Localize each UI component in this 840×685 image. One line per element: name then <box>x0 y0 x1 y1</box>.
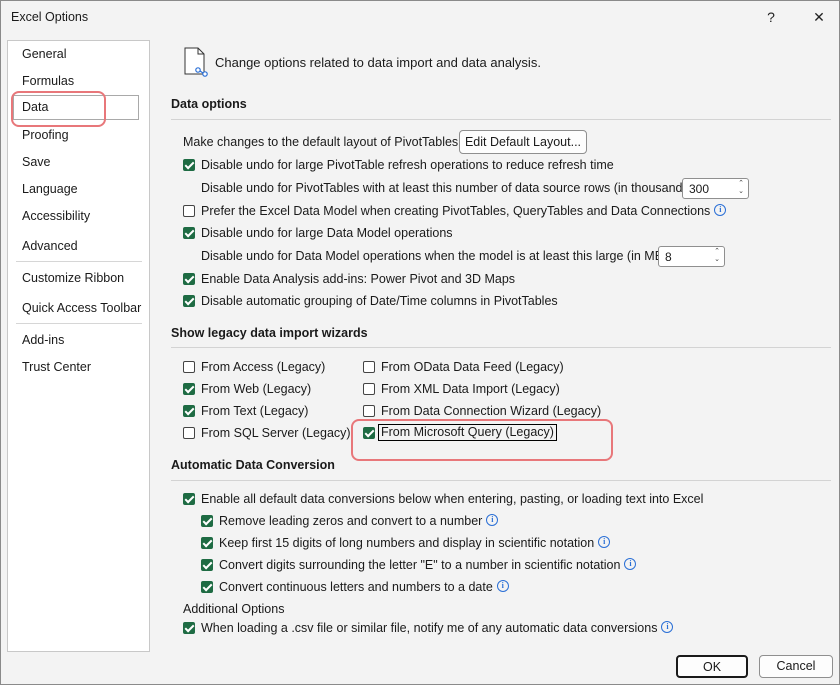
sidebar-item-advanced[interactable]: Advanced <box>22 239 78 253</box>
info-icon[interactable]: i <box>661 621 674 633</box>
legacy-web-checkbox[interactable] <box>183 383 195 395</box>
convert-to-date-label: Convert continuous letters and numbers t… <box>219 580 509 594</box>
additional-options-label: Additional Options <box>183 602 285 616</box>
enable-all-conversions-label: Enable all default data conversions belo… <box>201 492 704 506</box>
edit-default-layout-button[interactable]: Edit Default Layout... <box>459 130 587 154</box>
sidebar-item-language[interactable]: Language <box>22 182 78 196</box>
undo-pivot-rows-label: Disable undo for PivotTables with at lea… <box>201 181 697 195</box>
undo-data-model-size-label: Disable undo for Data Model operations w… <box>201 249 671 263</box>
legacy-odata-checkbox[interactable] <box>363 361 375 373</box>
legacy-xml-checkbox[interactable] <box>363 383 375 395</box>
section-divider <box>171 480 831 481</box>
sidebar-item-proofing[interactable]: Proofing <box>22 128 69 142</box>
legacy-data-connection-label: From Data Connection Wizard (Legacy) <box>381 404 602 418</box>
legacy-microsoft-query-checkbox[interactable] <box>363 427 375 439</box>
disable-date-grouping-checkbox[interactable] <box>183 295 195 307</box>
info-icon[interactable]: i <box>486 514 499 526</box>
sidebar-item-accessibility[interactable]: Accessibility <box>22 209 90 223</box>
keep-15-digits-checkbox[interactable] <box>201 537 213 549</box>
convert-e-notation-label: Convert digits surrounding the letter "E… <box>219 558 637 572</box>
sidebar-item-trust-center[interactable]: Trust Center <box>22 360 91 374</box>
cancel-button[interactable]: Cancel <box>759 655 833 678</box>
spinner-arrows-icon[interactable]: ⌃ ⌄ <box>714 248 720 264</box>
section-title-data-conversion: Automatic Data Conversion <box>171 458 335 472</box>
legacy-microsoft-query-label: From Microsoft Query (Legacy) <box>378 424 557 441</box>
legacy-access-label: From Access (Legacy) <box>201 360 326 374</box>
sidebar-separator <box>16 261 142 262</box>
prefer-data-model-label: Prefer the Excel Data Model when creatin… <box>201 204 727 218</box>
convert-e-notation-checkbox[interactable] <box>201 559 213 571</box>
legacy-data-connection-checkbox[interactable] <box>363 405 375 417</box>
sidebar-item-data[interactable]: Data <box>13 95 139 120</box>
info-icon[interactable]: i <box>714 204 727 216</box>
sidebar-item-customize-ribbon[interactable]: Customize Ribbon <box>22 271 124 285</box>
data-model-size-value: 8 <box>665 250 672 264</box>
legacy-text-label: From Text (Legacy) <box>201 404 309 418</box>
info-icon[interactable]: i <box>496 580 509 592</box>
close-button[interactable]: ✕ <box>804 5 834 29</box>
help-button[interactable]: ? <box>756 5 786 29</box>
undo-data-model-label: Disable undo for large Data Model operat… <box>201 226 453 240</box>
enable-data-analysis-label: Enable Data Analysis add-ins: Power Pivo… <box>201 272 516 286</box>
disable-date-grouping-label: Disable automatic grouping of Date/Time … <box>201 294 558 308</box>
legacy-xml-label: From XML Data Import (Legacy) <box>381 382 560 396</box>
legacy-access-checkbox[interactable] <box>183 361 195 373</box>
title-bar: Excel Options ? ✕ <box>1 1 839 33</box>
remove-leading-zeros-label: Remove leading zeros and convert to a nu… <box>219 514 499 528</box>
remove-leading-zeros-checkbox[interactable] <box>201 515 213 527</box>
prefer-data-model-checkbox[interactable] <box>183 205 195 217</box>
info-icon[interactable]: i <box>624 558 637 570</box>
category-sidebar: General Formulas Data Proofing Save Lang… <box>7 40 150 652</box>
header-description: Change options related to data import an… <box>215 55 541 70</box>
pivot-layout-label: Make changes to the default layout of Pi… <box>183 135 462 149</box>
sidebar-item-general[interactable]: General <box>22 47 66 61</box>
sidebar-item-formulas[interactable]: Formulas <box>22 74 74 88</box>
csv-notify-label: When loading a .csv file or similar file… <box>201 621 674 635</box>
excel-options-dialog: Excel Options ? ✕ General Formulas Data … <box>0 0 840 685</box>
legacy-web-label: From Web (Legacy) <box>201 382 312 396</box>
sidebar-separator <box>16 323 142 324</box>
data-options-icon <box>184 47 208 77</box>
pivot-rows-spinner[interactable]: 300 ⌃ ⌄ <box>682 178 749 199</box>
section-title-data-options: Data options <box>171 97 247 111</box>
enable-data-analysis-checkbox[interactable] <box>183 273 195 285</box>
sidebar-item-save[interactable]: Save <box>22 155 51 169</box>
sidebar-item-quick-access-toolbar[interactable]: Quick Access Toolbar <box>22 301 141 315</box>
pivot-rows-value: 300 <box>689 182 710 196</box>
legacy-sql-server-label: From SQL Server (Legacy) <box>201 426 351 440</box>
spinner-arrows-icon[interactable]: ⌃ ⌄ <box>738 180 744 196</box>
legacy-text-checkbox[interactable] <box>183 405 195 417</box>
section-divider <box>171 347 831 348</box>
sidebar-item-add-ins[interactable]: Add-ins <box>22 333 64 347</box>
csv-notify-checkbox[interactable] <box>183 622 195 634</box>
info-icon[interactable]: i <box>598 536 611 548</box>
convert-to-date-checkbox[interactable] <box>201 581 213 593</box>
legacy-sql-server-checkbox[interactable] <box>183 427 195 439</box>
legacy-odata-label: From OData Data Feed (Legacy) <box>381 360 564 374</box>
undo-pivot-refresh-label: Disable undo for large PivotTable refres… <box>201 158 614 172</box>
undo-data-model-checkbox[interactable] <box>183 227 195 239</box>
undo-pivot-refresh-checkbox[interactable] <box>183 159 195 171</box>
section-divider <box>171 119 831 120</box>
section-title-legacy-wizards: Show legacy data import wizards <box>171 326 368 340</box>
keep-15-digits-label: Keep first 15 digits of long numbers and… <box>219 536 611 550</box>
data-model-size-spinner[interactable]: 8 ⌃ ⌄ <box>658 246 725 267</box>
window-title: Excel Options <box>11 10 89 24</box>
ok-button[interactable]: OK <box>676 655 748 678</box>
enable-all-conversions-checkbox[interactable] <box>183 493 195 505</box>
